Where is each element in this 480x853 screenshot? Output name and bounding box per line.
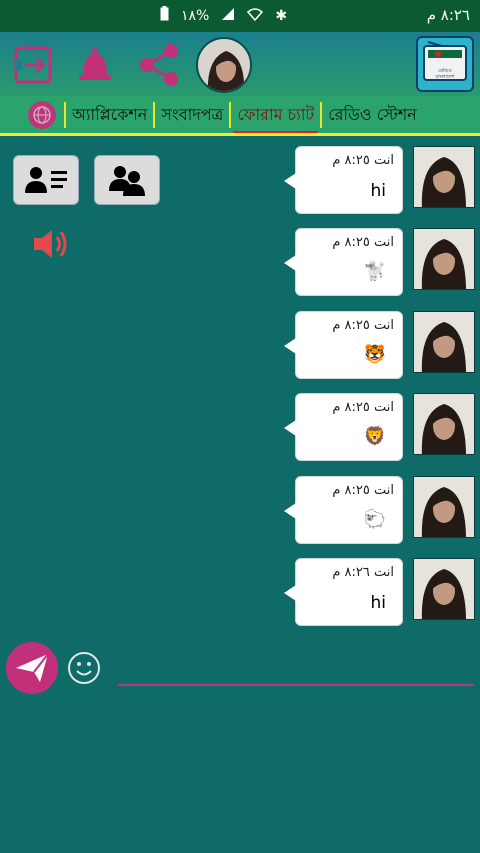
message-sender: انت [374, 318, 394, 333]
message-emoji: 🐩 [363, 261, 386, 282]
battery-percent: %١٨ [181, 7, 210, 24]
smiley-icon [68, 652, 100, 684]
speaker-button[interactable] [30, 226, 70, 262]
chat-message: انت ٨:٢٥ م hi [284, 146, 477, 216]
message-meta: انت ٨:٢٥ م [332, 400, 394, 415]
message-bubble: انت ٨:٢٥ م 🐯 [284, 311, 403, 379]
sender-avatar[interactable] [413, 393, 475, 455]
input-underline [118, 684, 474, 686]
app-bar: রেডিও বাংলাদেশ [0, 32, 480, 96]
message-bubble: انت ٨:٢٥ م hi [284, 146, 403, 214]
status-bar: ٨:٢٦ م ✱ %١٨ [0, 0, 480, 32]
message-sender: انت [374, 153, 394, 168]
tab-applications[interactable]: অ্যাপ্লিকেশন [64, 101, 153, 128]
message-bubble: انت ٨:٢٥ م 🐩 [284, 228, 403, 296]
radio-icon [423, 41, 467, 81]
notifications-button[interactable] [72, 42, 118, 88]
tab-radio-stations[interactable]: রেডিও স্টেশন [320, 101, 423, 128]
profile-avatar[interactable] [196, 37, 252, 93]
message-emoji: 🐑 [363, 509, 386, 530]
message-text: hi [370, 181, 387, 201]
message-time: ٨:٢٥ م [332, 400, 370, 415]
globe-icon [33, 105, 51, 124]
chat-message: انت ٨:٢٥ م 🦁 [284, 393, 477, 463]
message-time: ٨:٢٥ م [332, 153, 370, 168]
status-icons: ✱ %١٨ [160, 6, 287, 25]
send-button[interactable] [6, 642, 58, 694]
sender-avatar[interactable] [413, 558, 475, 620]
tab-newspapers[interactable]: সংবাদপত্র [153, 101, 229, 128]
radio-badge-text: রেডিও বাংলাদেশ [435, 68, 455, 80]
chat-message: انت ٨:٢٦ م hi [284, 558, 477, 628]
bluetooth-icon: ✱ [275, 7, 288, 24]
chat-message: انت ٨:٢٥ م 🐩 [284, 228, 477, 298]
radio-button[interactable]: রেডিও বাংলাদেশ [416, 36, 474, 92]
emoji-button[interactable] [67, 651, 101, 685]
message-meta: انت ٨:٢٥ م [332, 483, 394, 498]
chat-message: انت ٨:٢٥ م 🐑 [284, 476, 477, 546]
wifi-icon [247, 7, 264, 25]
status-time: ٨:٢٦ م [426, 6, 470, 24]
message-sender: انت [374, 483, 394, 498]
message-meta: انت ٨:٢٦ م [332, 565, 394, 580]
share-button[interactable] [136, 42, 182, 88]
send-icon [16, 653, 49, 682]
message-meta: انت ٨:٢٥ م [332, 153, 394, 168]
exit-icon [14, 46, 52, 84]
contact-card-button[interactable] [13, 155, 79, 205]
message-meta: انت ٨:٢٥ م [332, 235, 394, 250]
sender-avatar[interactable] [413, 146, 475, 208]
exit-button[interactable] [10, 42, 56, 88]
sender-avatar[interactable] [413, 311, 475, 373]
message-emoji: 🐯 [363, 344, 386, 365]
message-time: ٨:٢٦ م [332, 565, 370, 580]
message-bubble: انت ٨:٢٦ م hi [284, 558, 403, 626]
group-users-button[interactable] [94, 155, 160, 205]
message-sender: انت [374, 235, 394, 250]
tab-forum-chat[interactable]: ফোরাম চ্যাট [229, 101, 320, 133]
message-sender: انت [374, 400, 394, 415]
message-bubble: انت ٨:٢٥ م 🐑 [284, 476, 403, 544]
bell-icon [79, 47, 111, 80]
message-text: hi [370, 593, 387, 613]
share-icon [140, 44, 178, 86]
contact-card-icon [25, 167, 67, 193]
signal-icon [221, 7, 235, 25]
message-time: ٨:٢٥ م [332, 318, 370, 333]
message-emoji: 🦁 [363, 426, 386, 447]
sender-avatar[interactable] [413, 228, 475, 290]
globe-button[interactable] [28, 100, 56, 129]
tab-bar: অ্যাপ্লিকেশন সংবাদপত্র ফোরাম চ্যাট রেডিও… [0, 96, 480, 136]
message-sender: انت [374, 565, 394, 580]
chat-message: انت ٨:٢٥ م 🐯 [284, 311, 477, 381]
message-meta: انت ٨:٢٥ م [332, 318, 394, 333]
message-bubble: انت ٨:٢٥ م 🦁 [284, 393, 403, 461]
message-time: ٨:٢٥ م [332, 235, 370, 250]
sender-avatar[interactable] [413, 476, 475, 538]
battery-icon [160, 6, 169, 25]
group-users-icon [109, 166, 145, 196]
message-time: ٨:٢٥ م [332, 483, 370, 498]
speaker-icon [34, 230, 67, 258]
message-input[interactable] [118, 655, 474, 683]
